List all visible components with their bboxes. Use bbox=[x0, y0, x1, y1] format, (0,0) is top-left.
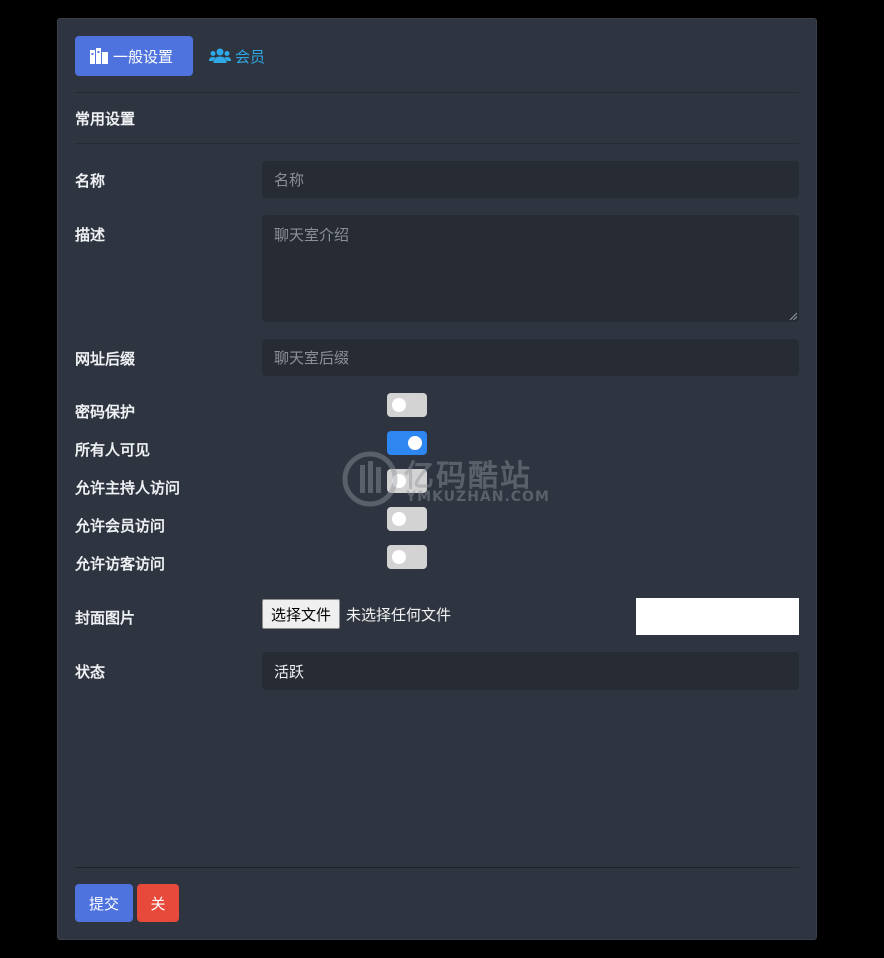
allow-member-toggle[interactable] bbox=[387, 507, 427, 531]
url-suffix-input[interactable]: 聊天室后缀 bbox=[262, 339, 799, 376]
toggle-knob bbox=[392, 550, 406, 564]
settings-panel: 一般设置 会员 常用设置 名称 名称 描述 聊天室介绍 网址后缀 聊天室后缀 密… bbox=[57, 18, 817, 940]
resize-grip-icon[interactable] bbox=[789, 312, 797, 320]
password-protect-toggle[interactable] bbox=[387, 393, 427, 417]
url-suffix-label: 网址后缀 bbox=[75, 350, 136, 368]
divider bbox=[75, 92, 799, 93]
toggle-knob bbox=[408, 436, 422, 450]
tab-general-settings[interactable]: 一般设置 bbox=[75, 36, 193, 76]
allow-guest-toggle[interactable] bbox=[387, 545, 427, 569]
name-label: 名称 bbox=[75, 172, 106, 190]
file-status-text: 未选择任何文件 bbox=[346, 606, 452, 624]
cover-preview bbox=[636, 598, 799, 635]
settings-grid-icon bbox=[90, 48, 108, 64]
tab-members-label: 会员 bbox=[235, 47, 266, 66]
section-title: 常用设置 bbox=[75, 110, 136, 128]
allow-guest-label: 允许访客访问 bbox=[75, 555, 166, 573]
name-placeholder: 名称 bbox=[274, 171, 305, 189]
allow-member-label: 允许会员访问 bbox=[75, 517, 166, 535]
footer-divider bbox=[75, 867, 799, 868]
password-protect-label: 密码保护 bbox=[75, 403, 136, 421]
status-select[interactable]: 活跃 bbox=[262, 652, 799, 690]
cover-image-label: 封面图片 bbox=[75, 609, 136, 627]
watermark: 亿码酷站 YMKUZHAN.COM bbox=[342, 451, 562, 511]
close-button[interactable]: 关 bbox=[137, 884, 179, 922]
description-label: 描述 bbox=[75, 226, 106, 244]
divider bbox=[75, 143, 799, 144]
visible-all-label: 所有人可见 bbox=[75, 441, 151, 459]
toggle-knob bbox=[392, 474, 406, 488]
description-textarea[interactable]: 聊天室介绍 bbox=[262, 215, 799, 322]
allow-host-label: 允许主持人访问 bbox=[75, 479, 181, 497]
allow-host-toggle[interactable] bbox=[387, 469, 427, 493]
tab-general-label: 一般设置 bbox=[113, 47, 174, 66]
status-label: 状态 bbox=[75, 663, 106, 681]
toggle-knob bbox=[392, 398, 406, 412]
url-suffix-placeholder: 聊天室后缀 bbox=[274, 349, 350, 367]
tab-members[interactable]: 会员 bbox=[209, 46, 265, 67]
choose-file-button[interactable]: 选择文件 bbox=[262, 599, 341, 629]
users-icon bbox=[209, 48, 231, 63]
submit-button[interactable]: 提交 bbox=[75, 884, 133, 922]
name-input[interactable]: 名称 bbox=[262, 161, 799, 198]
toggle-knob bbox=[392, 512, 406, 526]
status-value: 活跃 bbox=[274, 662, 305, 681]
description-placeholder: 聊天室介绍 bbox=[274, 226, 350, 244]
visible-all-toggle[interactable] bbox=[387, 431, 427, 455]
tab-bar: 一般设置 会员 bbox=[75, 36, 265, 76]
watermark-subtitle: YMKUZHAN.COM bbox=[406, 489, 550, 505]
